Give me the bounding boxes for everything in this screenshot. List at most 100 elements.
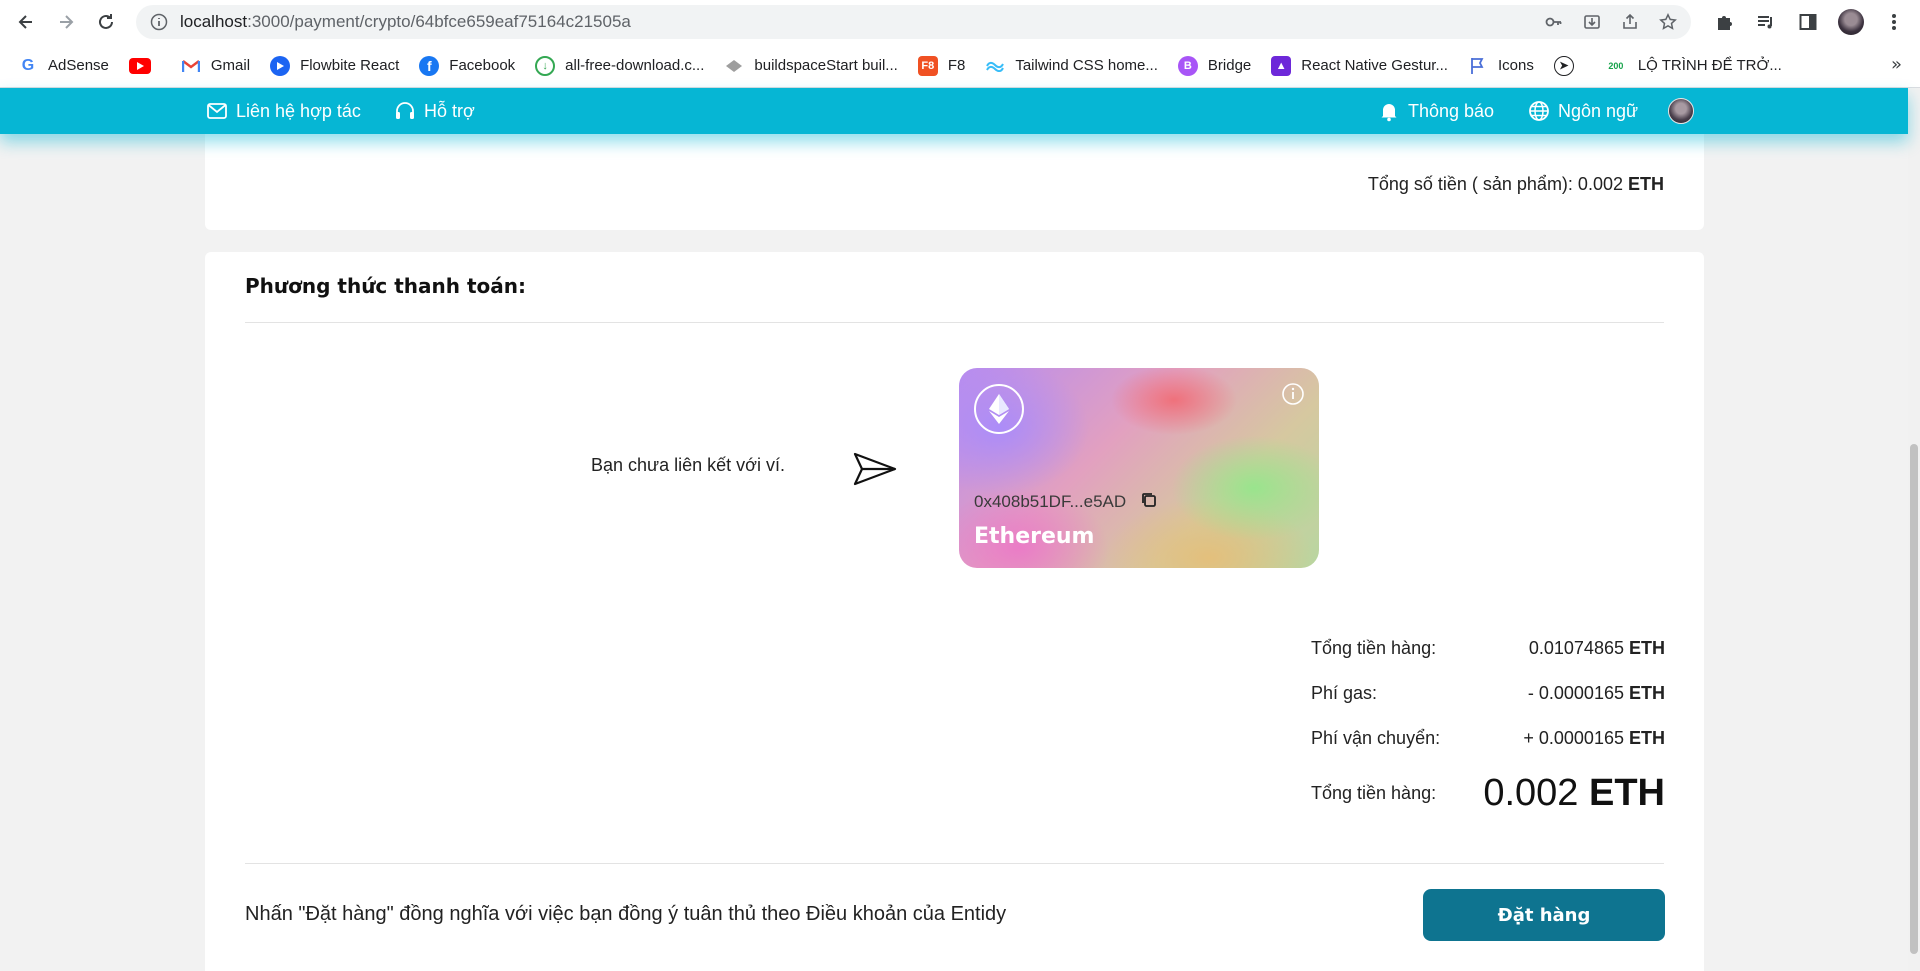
back-icon[interactable] [12,8,40,36]
product-total: Tổng số tiền ( sản phẩm): 0.002 ETH [1368,174,1664,195]
grand-total-currency: ETH [1589,772,1665,814]
wallet-address-text: 0x408b51DF...e5AD [974,492,1127,511]
bookmark-tailwind[interactable]: Tailwind CSS home... [985,56,1158,76]
contact-link[interactable]: Liên hệ hợp tác [206,88,361,134]
bookmark-free-download[interactable]: ↓ all-free-download.c... [535,55,705,76]
scrollbar-thumb[interactable] [1910,444,1918,954]
url-path: :3000/payment/crypto/64bfce659eaf75164c2… [247,12,631,31]
ethereum-logo-icon [974,384,1024,434]
flowbite-icon [270,55,291,76]
support-label: Hỗ trợ [424,100,475,121]
bookmark-label: Tailwind CSS home... [1015,57,1158,74]
shipping-fee-row: Phí vận chuyển: + 0.0000165 ETH [1311,728,1665,749]
bookmark-flowbite[interactable]: Flowbite React [270,55,399,76]
ethereum-wallet-card[interactable]: 0x408b51DF...e5AD Ethereum [959,368,1319,568]
grand-total-row: Tổng tiền hàng: 0.002 ETH [1311,772,1665,815]
language-link[interactable]: Ngôn ngữ [1528,88,1638,134]
bookmark-label: F8 [947,57,966,74]
share-icon[interactable] [1619,11,1641,33]
bookmark-react-native[interactable]: ▲ React Native Gestur... [1271,55,1448,76]
bookmark-gmail[interactable]: Gmail [181,56,250,76]
bookmark-youtube[interactable] [128,57,161,74]
facebook-icon: f [419,55,440,76]
product-total-label: Tổng số tiền ( sản phẩm): 0.002 [1367,174,1623,194]
omnibox-actions [1543,11,1679,33]
gas-fee-label: Phí gas: [1311,683,1378,703]
url-text[interactable]: localhost:3000/payment/crypto/64bfce659e… [180,12,631,32]
divider [245,322,1664,323]
menu-kebab-icon[interactable] [1882,10,1906,34]
grand-total-label: Tổng tiền hàng: [1311,783,1437,803]
mail-icon [207,103,227,119]
shipping-fee-currency: ETH [1629,728,1665,748]
key-icon[interactable] [1543,11,1565,33]
forward-icon[interactable] [52,8,80,36]
gmail-icon [181,56,201,76]
site-info-icon[interactable] [150,13,168,31]
bookmark-label: all-free-download.c... [565,57,705,74]
language-label: Ngôn ngữ [1558,100,1639,121]
page-scrollbar[interactable] [1908,88,1920,971]
bookmark-buildspace[interactable]: buildspaceStart buil... [724,56,898,76]
grand-total-amount: 0.002 [1483,772,1579,814]
support-link[interactable]: Hỗ trợ [394,88,475,134]
bookmarks-overflow-button[interactable]: » [1891,54,1902,75]
bookmark-adsense[interactable]: G AdSense [18,56,109,76]
shipping-fee-value: + 0.0000165 ETH [1523,728,1665,749]
200lab-icon: 200 [1608,60,1624,71]
bookmark-label: React Native Gestur... [1301,57,1448,74]
bookmark-label: Icons [1497,57,1534,74]
wallet-network-name: Ethereum [974,524,1095,549]
subtotal-currency: ETH [1629,638,1665,658]
side-panel-icon[interactable] [1796,10,1820,34]
grand-total-value: 0.002 ETH [1483,772,1665,815]
bookmark-label: Gmail [210,57,251,74]
bookmark-star-icon[interactable] [1657,11,1679,33]
reload-icon[interactable] [92,8,120,36]
shipping-fee-label: Phí vận chuyển: [1311,728,1441,748]
bookmark-bridge[interactable]: B Bridge [1177,55,1252,76]
notification-label: Thông báo [1408,100,1495,121]
bookmark-label: Facebook [449,57,516,74]
bookmark-f8[interactable]: F8 F8 [917,55,966,76]
profile-avatar[interactable] [1838,9,1864,35]
payment-card: Phương thức thanh toán: Bạn chưa liên kế… [205,252,1704,971]
bookmark-label: LỘ TRÌNH ĐỂ TRỞ... [1637,57,1782,74]
paper-plane-icon: ➤ [1553,55,1574,76]
user-avatar[interactable] [1668,98,1694,124]
gas-fee-row: Phí gas: - 0.0000165 ETH [1311,683,1665,704]
paper-plane-icon [853,452,897,486]
bookmark-200lab[interactable]: 200 LỘ TRÌNH ĐỂ TRỞ... [1604,56,1782,76]
product-summary-card: Tổng số tiền ( sản phẩm): 0.002 ETH [205,134,1704,230]
subtotal-label: Tổng tiền hàng: [1311,638,1437,658]
info-icon[interactable] [1281,382,1305,406]
globe-icon [1529,101,1549,121]
bookmark-icons[interactable]: Icons [1468,56,1534,76]
google-icon: G [21,56,35,74]
bookmark-label: Bridge [1207,57,1252,74]
subtotal-row: Tổng tiền hàng: 0.01074865 ETH [1311,638,1665,659]
url-host: localhost [180,12,248,31]
bookmark-plane[interactable]: ➤ [1553,55,1584,76]
wallet-not-linked-message: Bạn chưa liên kết với ví. [591,455,785,475]
bookmark-label: AdSense [48,57,109,74]
gas-fee-amount: - 0.0000165 [1527,683,1624,703]
contact-label: Liên hệ hợp tác [236,100,361,121]
install-icon[interactable] [1581,11,1603,33]
media-playlist-icon[interactable] [1754,10,1778,34]
bell-icon [1381,104,1397,122]
shipping-fee-amount: + 0.0000165 [1523,728,1624,748]
copy-icon[interactable] [1140,491,1158,509]
address-bar[interactable]: localhost:3000/payment/crypto/64bfce659e… [136,5,1691,39]
bookmark-facebook[interactable]: f Facebook [419,55,516,76]
extensions-puzzle-icon[interactable] [1712,10,1736,34]
buildspace-icon [724,56,744,76]
gas-fee-currency: ETH [1629,683,1665,703]
flag-icon [1468,56,1488,76]
notification-link[interactable]: Thông báo [1378,88,1494,134]
place-order-button[interactable]: Đặt hàng [1423,889,1665,941]
youtube-icon [128,57,151,74]
subtotal-amount: 0.01074865 [1528,638,1624,658]
gas-fee-value: - 0.0000165 ETH [1528,683,1665,704]
divider [245,863,1664,864]
